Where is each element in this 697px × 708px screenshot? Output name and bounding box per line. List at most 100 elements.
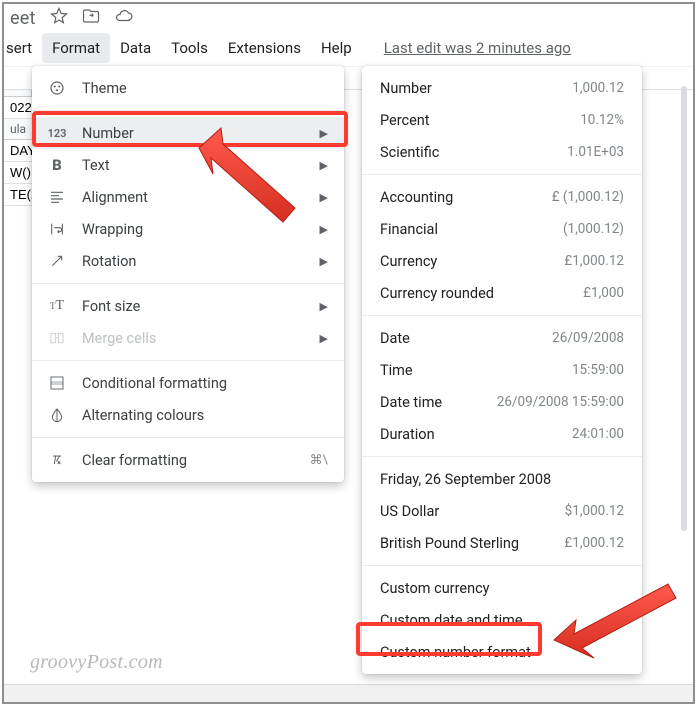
menubar: sert Format Data Tools Extensions Help L… [4,33,693,67]
menu-item-alignment[interactable]: Alignment ▶ [32,181,344,213]
menu-item-label: Rotation [82,253,320,270]
menu-item-label: Wrapping [82,221,320,238]
opt-example: 15:59:00 [572,362,624,378]
align-icon [46,187,68,207]
opt-example: £1,000.12 [564,253,624,269]
cloud-icon[interactable] [114,7,134,30]
bold-icon: B [46,155,68,175]
menu-data[interactable]: Data [110,33,161,63]
number-option-friday-format[interactable]: Friday, 26 September 2008 [362,463,642,495]
alt-colours-icon [46,405,68,425]
doc-title-fragment[interactable]: eet [10,8,36,29]
number-option-financial[interactable]: Financial (1,000.12) [362,213,642,245]
submenu-arrow-icon: ▶ [320,191,328,204]
number-option-datetime[interactable]: Date time26/09/2008 15:59:00 [362,386,642,418]
conditional-format-icon [46,373,68,393]
menu-item-label: Alignment [82,189,320,206]
opt-label: Financial [380,221,438,238]
submenu-scrollbar[interactable] [681,86,687,531]
menu-format[interactable]: Format [42,33,110,63]
last-edit-link[interactable]: Last edit was 2 minutes ago [384,39,571,57]
opt-example: £1,000.12 [564,535,624,551]
opt-label: US Dollar [380,503,439,520]
number-option-scientific[interactable]: Scientific 1.01E+03 [362,136,642,168]
shortcut: ⌘\ [310,453,328,468]
menu-item-text[interactable]: B Text ▶ [32,149,344,181]
sheet-tab-bar[interactable] [4,684,693,702]
divider [32,283,344,284]
opt-label: Friday, 26 September 2008 [380,471,551,488]
menu-item-fontsize[interactable]: TT Font size ▶ [32,290,344,322]
opt-label: Custom number format [380,644,531,661]
menu-insert-partial[interactable]: sert [4,33,42,63]
menu-help[interactable]: Help [311,33,362,63]
titlebar: eet [4,4,693,33]
menu-item-label: Conditional formatting [82,375,328,392]
opt-label: Custom date and time [380,612,523,629]
number-option-currency[interactable]: Currency£1,000.12 [362,245,642,277]
move-icon[interactable] [82,7,100,30]
opt-label: British Pound Sterling [380,535,519,552]
menu-item-number[interactable]: 123 Number ▶ [32,117,344,149]
opt-example: (1,000.12) [563,221,624,237]
fontsize-icon: TT [46,296,68,316]
divider [32,437,344,438]
number-option-custom-number-format[interactable]: Custom number format [362,636,642,668]
number-option-time[interactable]: Time 15:59:00 [362,354,642,386]
opt-example: £ (1,000.12) [552,189,624,205]
number-option-custom-currency[interactable]: Custom currency [362,572,642,604]
opt-label: Scientific [380,144,439,161]
opt-label: Percent [380,112,430,129]
opt-label: Accounting [380,189,453,206]
number-option-currency-rounded[interactable]: Currency rounded £1,000 [362,277,642,309]
menu-item-conditional-formatting[interactable]: Conditional formatting [32,367,344,399]
number-option-date[interactable]: Date 26/09/2008 [362,322,642,354]
submenu-arrow-icon: ▶ [320,159,328,172]
merge-icon [46,328,68,348]
submenu-arrow-icon: ▶ [320,255,328,268]
theme-icon [46,78,68,98]
number-option-gbp[interactable]: British Pound Sterling £1,000.12 [362,527,642,559]
number-option-custom-date-time[interactable]: Custom date and time [362,604,642,636]
number-option-accounting[interactable]: Accounting £ (1,000.12) [362,181,642,213]
divider [362,315,642,316]
number-icon: 123 [46,123,68,143]
cell-a2: W() [10,165,31,180]
menu-extensions[interactable]: Extensions [218,33,311,63]
opt-example: 26/09/2008 [552,330,624,346]
opt-label: Time [380,362,413,379]
opt-label: Currency rounded [380,285,494,302]
number-option-percent[interactable]: Percent10.12% [362,104,642,136]
opt-label: Date [380,330,410,347]
divider [362,565,642,566]
menu-item-label: Number [82,125,320,142]
fx-value: 022 [10,100,32,115]
opt-label: Duration [380,426,435,443]
opt-example: £1,000 [583,285,624,301]
menu-tools[interactable]: Tools [161,33,218,63]
menu-item-label: Clear formatting [82,452,310,469]
format-dropdown: Theme 123 Number ▶ B Text ▶ Alignment ▶ … [32,66,344,482]
opt-label: Custom currency [380,580,490,597]
menu-item-label: Text [82,157,320,174]
menu-item-alternating-colours[interactable]: Alternating colours [32,399,344,431]
number-option-number[interactable]: Number1,000.12 [362,72,642,104]
menu-item-label: Merge cells [82,330,320,347]
number-option-duration[interactable]: Duration24:01:00 [362,418,642,450]
number-option-usd[interactable]: US Dollar $1,000.12 [362,495,642,527]
star-icon[interactable] [50,7,68,30]
wrap-icon [46,219,68,239]
submenu-arrow-icon: ▶ [320,223,328,236]
opt-label: Date time [380,394,442,411]
rotate-icon [46,251,68,271]
divider [362,174,642,175]
menu-item-rotation[interactable]: Rotation ▶ [32,245,344,277]
opt-example: $1,000.12 [565,503,624,519]
watermark: groovyPost.com [30,651,163,674]
menu-item-merge-cells: Merge cells ▶ [32,322,344,354]
opt-label: Number [380,80,432,97]
opt-example: 1.01E+03 [567,144,624,160]
menu-item-wrapping[interactable]: Wrapping ▶ [32,213,344,245]
menu-item-clear-formatting[interactable]: Clear formatting ⌘\ [32,444,344,476]
menu-item-theme[interactable]: Theme [32,72,344,104]
